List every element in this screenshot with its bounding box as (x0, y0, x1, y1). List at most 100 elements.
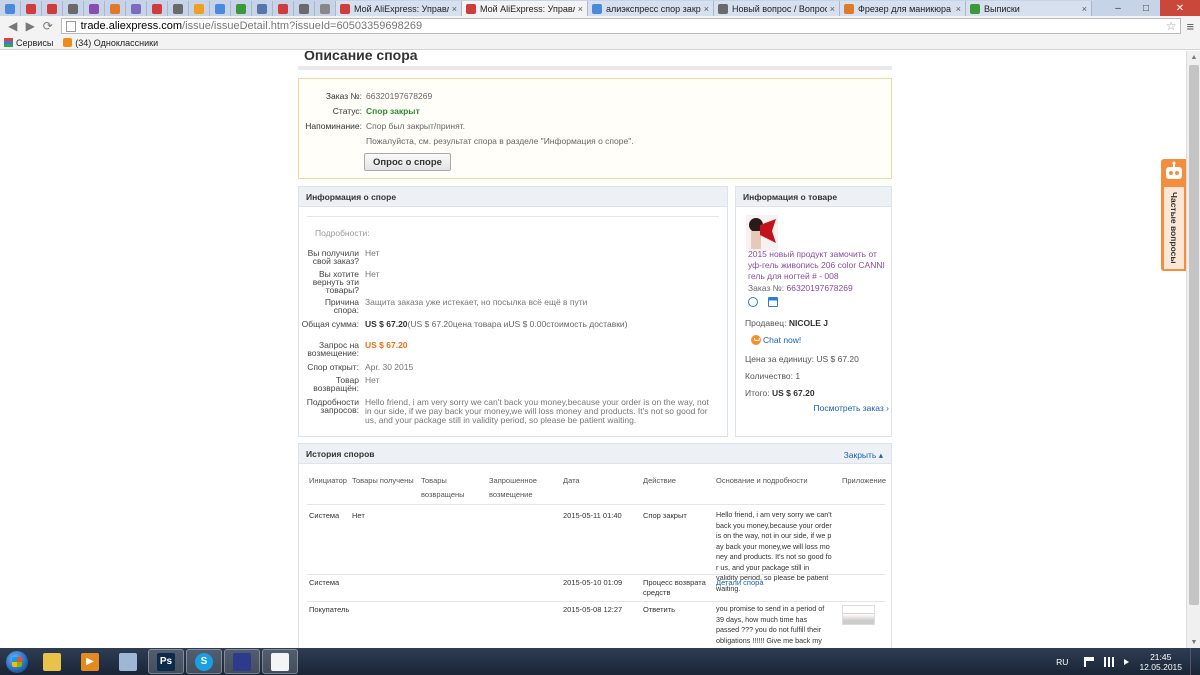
bookmark-services[interactable]: Сервисы (4, 38, 53, 48)
favicon-icon (236, 3, 246, 14)
dispute-survey-button[interactable]: Опрос о споре (364, 153, 451, 171)
tab-close-icon[interactable]: × (704, 4, 709, 14)
back-button[interactable]: ◀ (4, 17, 22, 35)
tab-close-icon[interactable]: × (830, 4, 835, 14)
calendar-icon[interactable] (768, 297, 778, 307)
media-player-icon: ▶ (81, 652, 99, 671)
taskbar-app-explorer[interactable] (34, 649, 70, 674)
minimize-button[interactable]: – (1104, 0, 1132, 16)
pinned-tab[interactable] (126, 1, 147, 16)
favicon-icon (110, 3, 120, 14)
row-label: Товар возвращён: (313, 375, 359, 393)
row-value: Нет (365, 248, 380, 258)
summary-order-row: Заказ №: 66320197678269 (299, 91, 432, 101)
divider (307, 216, 719, 217)
flag-icon[interactable] (1084, 656, 1095, 667)
close-window-button[interactable]: ✕ (1160, 0, 1200, 16)
alarm-clock-icon[interactable] (748, 297, 758, 307)
menu-icon[interactable]: ≡ (1181, 18, 1200, 34)
pinned-tab[interactable] (42, 1, 63, 16)
page-scrollbar[interactable]: ▲ ▼ (1186, 51, 1200, 648)
maximize-button[interactable]: □ (1132, 0, 1160, 16)
pinned-tab[interactable] (21, 1, 42, 16)
details-label: Подробности: (315, 228, 370, 238)
tab-close-icon[interactable]: × (956, 4, 961, 14)
taskbar-app-notepad[interactable] (262, 649, 298, 674)
favicon-icon (340, 3, 350, 14)
network-icon[interactable] (1104, 656, 1115, 667)
browser-tab[interactable]: Выписки × (966, 1, 1092, 16)
favicon-icon (173, 3, 183, 14)
favicon-icon (278, 3, 288, 14)
column-header-date: Дата (563, 476, 580, 485)
reload-button[interactable]: ⟳ (39, 17, 57, 35)
scroll-up-icon[interactable]: ▲ (1187, 51, 1200, 63)
taskbar-app-save[interactable] (224, 649, 260, 674)
history-title: История споров (299, 444, 891, 464)
total-value: US $ 67.20 (772, 388, 815, 398)
address-bar[interactable]: trade.aliexpress.com/issue/issueDetail.h… (60, 18, 1181, 34)
taskbar-app-photoshop[interactable]: Ps (148, 649, 184, 674)
start-button[interactable] (0, 648, 34, 675)
product-thumbnail[interactable] (746, 215, 778, 251)
pinned-tab[interactable] (63, 1, 84, 16)
summary-status-row: Статус: Спор закрыт (299, 106, 420, 116)
product-name-link[interactable]: 2015 новый продукт замочить от уф-гель ж… (748, 249, 888, 282)
history-row-3-reason: you promise to send in a period of 39 da… (716, 604, 825, 648)
header-divider (307, 504, 885, 505)
tab-close-icon[interactable]: × (1082, 4, 1087, 14)
pinned-tab[interactable] (294, 1, 315, 16)
tab-close-icon[interactable]: × (578, 4, 583, 14)
bookmark-star-icon[interactable]: ☆ (1166, 19, 1177, 33)
column-header-returned: Товары возвращены (421, 476, 465, 499)
pinned-tab[interactable] (252, 1, 273, 16)
pinned-tab[interactable] (210, 1, 231, 16)
dispute-history-panel: История споров Закрыть ▴ Инициатор Товар… (298, 443, 892, 648)
show-desktop-button[interactable] (1190, 648, 1200, 675)
scroll-down-icon[interactable]: ▼ (1187, 636, 1200, 648)
column-header-refund: Запрошенное возмещение (489, 476, 537, 499)
browser-tab[interactable]: Мой AliExpress: Управлени× (336, 1, 462, 16)
tab-close-icon[interactable]: × (452, 4, 457, 14)
scroll-thumb[interactable] (1189, 65, 1199, 605)
product-info-panel: Информация о товаре 2015 новый продукт з… (735, 186, 892, 437)
faq-widget[interactable]: Частые вопросы (1161, 159, 1187, 271)
taskbar-app-skype[interactable]: S (186, 649, 222, 674)
attachment-thumbnail[interactable] (842, 605, 875, 625)
taskbar-app-media-player[interactable]: ▶ (72, 649, 108, 674)
dispute-details-link[interactable]: Детали спора (716, 578, 764, 588)
view-order-link[interactable]: Посмотреть заказ › (814, 403, 889, 413)
pinned-tab[interactable] (273, 1, 294, 16)
pinned-tab[interactable] (105, 1, 126, 16)
order-number-link[interactable]: 66320197678269 (787, 283, 853, 293)
total-breakdown: (US $ 67.20цена товара иUS $ 0.00стоимос… (407, 319, 628, 329)
pinned-tab[interactable] (84, 1, 105, 16)
taskbar-app-calculator[interactable] (110, 649, 146, 674)
browser-tab[interactable]: Мой AliExpress: Управлени× (462, 1, 588, 16)
pinned-tab[interactable] (168, 1, 189, 16)
pinned-tab[interactable] (189, 1, 210, 16)
favicon-icon (26, 3, 36, 14)
forward-button[interactable]: ▶ (22, 17, 40, 35)
language-indicator[interactable]: RU (1056, 657, 1068, 667)
collapse-history-link[interactable]: Закрыть ▴ (844, 450, 883, 461)
pinned-tab[interactable] (231, 1, 252, 16)
pinned-tab[interactable] (147, 1, 168, 16)
clock[interactable]: 21:45 12.05.2015 (1139, 652, 1182, 672)
row-value: US $ 67.20(US $ 67.20цена товара иUS $ 0… (365, 320, 628, 329)
browser-tab[interactable]: Фрезер для маникюра M × (840, 1, 966, 16)
pinned-tab[interactable] (315, 1, 336, 16)
row-divider (307, 601, 885, 602)
favicon-icon (299, 3, 309, 14)
browser-tab[interactable]: Новый вопрос / Вопросы × (714, 1, 840, 16)
calculator-icon (119, 652, 137, 671)
summary-reminder-row: Напоминание: Спор был закрыт/принят. (299, 121, 465, 131)
bookmarks-bar: Сервисы (34) Одноклассники (0, 36, 1200, 50)
reminder-text-2: Пожалуйста, см. результат спора в раздел… (366, 136, 634, 146)
pinned-tab[interactable] (0, 1, 21, 16)
bookmark-odnoklassniki[interactable]: (34) Одноклассники (63, 38, 158, 48)
chat-now-link[interactable]: Chat now! (751, 335, 801, 345)
volume-icon[interactable] (1124, 658, 1130, 665)
browser-tab[interactable]: алиэкспресс спор закрыт× (588, 1, 714, 16)
row-divider (307, 574, 885, 575)
